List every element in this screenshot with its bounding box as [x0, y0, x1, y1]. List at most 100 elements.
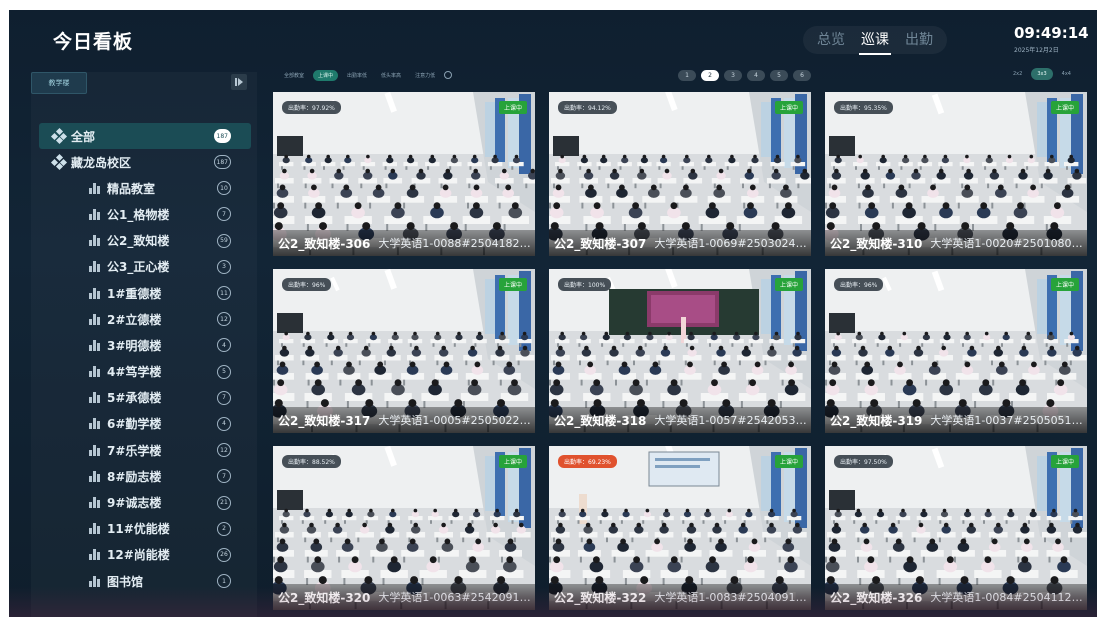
- camera-card[interactable]: 出勤率：96% 上课中公2_致知楼-319 大学英语1-0037#2505051班军…: [825, 269, 1087, 433]
- room-name: 公2_致知楼-317: [278, 413, 371, 428]
- tree-item-count: 11: [217, 286, 231, 301]
- tree-item[interactable]: 8#励志楼 7: [39, 463, 251, 489]
- camera-card[interactable]: 出勤率：100% 上课中 公2_致知楼-318 大学英语1-0057#2542053机…: [549, 269, 811, 433]
- header: 今日看板 总览 巡课 出勤 09:49:14 2025年12月2日: [9, 10, 1097, 68]
- layout-2x2[interactable]: 2x2: [1007, 68, 1028, 80]
- course-name: 大学英语1-0020#25010802城...: [930, 237, 1087, 250]
- building-icon: [89, 235, 100, 247]
- status-badge: 上课中: [1050, 101, 1079, 114]
- building-icon: [89, 287, 100, 299]
- tree-item[interactable]: 全部 187: [39, 123, 251, 149]
- tree-item[interactable]: 4#笃学楼 5: [39, 359, 251, 385]
- tree-item-count: 59: [217, 233, 231, 248]
- tree-item-label: 公2_致知楼: [107, 234, 170, 249]
- tab-overview[interactable]: 总览: [817, 29, 845, 51]
- camera-caption: 公2_致知楼-310 大学英语1-0020#25010802城...: [825, 230, 1087, 256]
- tree-item-label: 全部: [71, 129, 96, 144]
- camera-caption: 公2_致知楼-317 大学英语1-0005#2505022班军士: [273, 407, 535, 433]
- room-name: 公2_致知楼-320: [278, 590, 371, 605]
- tree-item-count: 26: [217, 547, 231, 562]
- building-icon: [89, 444, 100, 456]
- tab-patrol[interactable]: 巡课: [859, 29, 891, 55]
- status-badge: 上课中: [498, 455, 527, 468]
- room-name: 公2_致知楼-322: [554, 590, 647, 605]
- tree-item-label: 4#笃学楼: [107, 365, 162, 380]
- attendance-badge: 出勤率：88.52%: [282, 455, 341, 468]
- tree-item-count: 3: [217, 259, 231, 274]
- camera-card[interactable]: 出勤率：95.35% 上课中 公2_致知楼-310 大学英语1-0020#250108…: [825, 92, 1087, 256]
- tree-item-label: 3#明德楼: [107, 338, 162, 353]
- tree-item-count: 7: [217, 207, 231, 222]
- tree-item-label: 12#尚能楼: [107, 548, 170, 563]
- layout-3x3[interactable]: 3x3: [1031, 68, 1053, 80]
- tab-attendance[interactable]: 出勤: [905, 29, 933, 51]
- building-icon: [89, 208, 100, 220]
- layout-4x4[interactable]: 4x4: [1056, 68, 1077, 80]
- tree-item[interactable]: 图书馆 1: [39, 568, 251, 594]
- camera-card[interactable]: 出勤率：88.52% 上课中 公2_致知楼-320 大学英语1-0063#254209…: [273, 446, 535, 610]
- filter-low-attention[interactable]: 注意力低: [410, 70, 440, 81]
- settings-icon[interactable]: [444, 71, 453, 79]
- tree-item-count: 10: [217, 181, 231, 196]
- tree-item[interactable]: 精品教室 10: [39, 175, 251, 201]
- tree-item-count: 2: [217, 521, 231, 536]
- tree-item-label: 公1_格物楼: [107, 207, 170, 222]
- camera-caption: 公2_致知楼-307 大学英语1-0069#2503024班网络: [549, 230, 811, 256]
- tree-item[interactable]: 6#勤学楼 4: [39, 411, 251, 437]
- tree-item[interactable]: 公1_格物楼 7: [39, 201, 251, 227]
- building-icon: [89, 261, 100, 273]
- page-4[interactable]: 4: [747, 70, 765, 81]
- building-icon: [89, 470, 100, 482]
- filter-all-rooms[interactable]: 全部教室: [279, 70, 309, 81]
- tree-item[interactable]: 公3_正心楼 3: [39, 254, 251, 280]
- tree-item-label: 7#乐学楼: [107, 443, 162, 458]
- building-icon: [89, 182, 100, 194]
- page-2[interactable]: 2: [701, 70, 719, 81]
- camera-card[interactable]: 出勤率：69.23% 上课中 公2_致知楼-322 大学英语1-0083#250409…: [549, 446, 811, 610]
- camera-card[interactable]: 出勤率：96% 上课中公2_致知楼-317 大学英语1-0005#2505022班军…: [273, 269, 535, 433]
- filter-head-down[interactable]: 低头率高: [376, 70, 406, 81]
- page-6[interactable]: 6: [793, 70, 811, 81]
- tree-item[interactable]: 藏龙岛校区 187: [39, 149, 251, 175]
- pagination: 1 2 3 4 5 6: [678, 70, 811, 81]
- tree-item[interactable]: 1#重德楼 11: [39, 280, 251, 306]
- filter-in-class[interactable]: 上课中: [313, 69, 339, 81]
- building-icon: [89, 313, 100, 325]
- camera-card[interactable]: 出勤率：97.92% 上课中 公2_致知楼-306 大学英语1-0088#250418…: [273, 92, 535, 256]
- course-name: 大学英语1-0037#2505051班军士: [930, 414, 1087, 427]
- tree-item[interactable]: 7#乐学楼 12: [39, 437, 251, 463]
- filter-low-attendance[interactable]: 出勤率低: [342, 70, 372, 81]
- attendance-badge: 出勤率：96%: [282, 278, 332, 291]
- room-name: 公2_致知楼-326: [830, 590, 923, 605]
- collapse-panel-icon[interactable]: [231, 74, 247, 90]
- tree-item[interactable]: 2#立德楼 12: [39, 306, 251, 332]
- attendance-badge: 出勤率：100%: [558, 278, 612, 291]
- course-name: 大学英语1-0005#2505022班军士: [378, 414, 535, 427]
- tree-item[interactable]: 3#明德楼 4: [39, 332, 251, 358]
- building-icon: [89, 366, 100, 378]
- tree-item[interactable]: 12#尚能楼 26: [39, 542, 251, 568]
- camera-card[interactable]: 出勤率：94.12% 上课中 公2_致知楼-307 大学英语1-0069#250302…: [549, 92, 811, 256]
- page-1[interactable]: 1: [678, 70, 696, 81]
- tree-item[interactable]: 11#优能楼 2: [39, 516, 251, 542]
- page-3[interactable]: 3: [724, 70, 742, 81]
- tree-item[interactable]: 5#承德楼 7: [39, 385, 251, 411]
- camera-caption: 公2_致知楼-319 大学英语1-0037#2505051班军士: [825, 407, 1087, 433]
- tree-item-count: 1: [217, 574, 231, 589]
- page-5[interactable]: 5: [770, 70, 788, 81]
- tree-item[interactable]: 9#诚志楼 21: [39, 489, 251, 515]
- tree-item-label: 6#勤学楼: [107, 417, 162, 432]
- camera-card[interactable]: 出勤率：97.50% 上课中 公2_致知楼-326 大学英语1-0084#250411…: [825, 446, 1087, 610]
- building-filter-button[interactable]: 教学楼: [31, 72, 87, 94]
- tree-item-label: 藏龙岛校区: [71, 155, 132, 170]
- tree-item[interactable]: 公2_致知楼 59: [39, 228, 251, 254]
- status-badge: 上课中: [774, 101, 803, 114]
- tree-item-label: 公3_正心楼: [107, 260, 170, 275]
- course-name: 大学英语1-0057#2542053机电: [654, 414, 811, 427]
- tree-item-count: 12: [217, 443, 231, 458]
- building-tree: 全部 187 藏龙岛校区 187 精品教室 10 公1_格物楼 7 公2_致知楼 59 公3_正心楼…: [39, 123, 251, 594]
- grid-layout-switch: 2x2 3x3 4x4: [1007, 68, 1077, 80]
- tree-item-label: 11#优能楼: [107, 522, 170, 537]
- attendance-badge: 出勤率：96%: [834, 278, 884, 291]
- status-badge: 上课中: [1050, 278, 1079, 291]
